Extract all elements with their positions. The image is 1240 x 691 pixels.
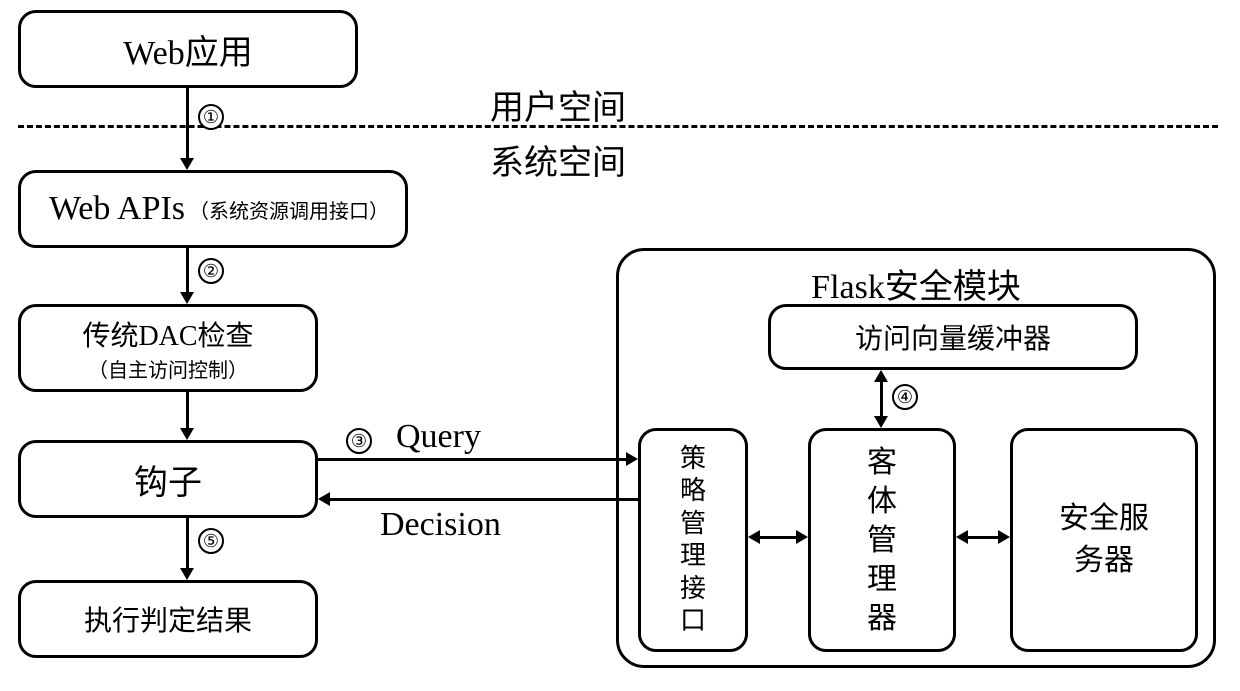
t: 口	[680, 606, 706, 635]
arrow-obj-sec-r	[998, 530, 1010, 544]
dac-label: 传统DAC检查	[82, 314, 253, 354]
box-avc: 访问向量缓冲器	[768, 304, 1138, 370]
t: 客	[867, 446, 897, 479]
t: ④	[897, 387, 913, 408]
arrow-obj-sec-line	[968, 536, 998, 539]
arrow-4-line	[880, 382, 883, 416]
step-2: ②	[198, 258, 224, 284]
step-4: ④	[892, 384, 918, 410]
step-1: ①	[198, 104, 224, 130]
step-5: ⑤	[198, 528, 224, 554]
arrow-5-head	[180, 568, 194, 580]
exec-result-label: 执行判定结果	[84, 599, 252, 639]
t: 管	[680, 509, 706, 538]
box-exec-result: 执行判定结果	[18, 580, 318, 658]
arrow-query-head	[626, 452, 638, 466]
t: ⑤	[203, 531, 219, 552]
t: 体	[867, 485, 897, 518]
policy-if-text: 策 略 管 理 接 口	[680, 443, 706, 638]
arrow-dac-hook-head	[180, 428, 194, 440]
t: 策	[680, 444, 706, 473]
arrow-pol-obj-l	[748, 530, 760, 544]
avc-label: 访问向量缓冲器	[855, 317, 1051, 357]
decision-label: Decision	[380, 506, 501, 544]
arrow-decision-head	[318, 492, 330, 506]
box-policy-interface: 策 略 管 理 接 口	[638, 428, 748, 652]
box-hook: 钩子	[18, 440, 318, 518]
arrow-4-head-down	[874, 416, 888, 428]
user-space-label: 用户空间	[490, 80, 626, 129]
query-label: Query	[396, 418, 481, 456]
hook-label: 钩子	[134, 455, 202, 504]
box-web-apis: Web APIs （系统资源调用接口）	[18, 170, 408, 248]
t: 理	[867, 563, 897, 596]
arrow-query-line	[318, 458, 626, 461]
arrow-2-line	[186, 248, 189, 292]
arrow-2-head	[180, 292, 194, 304]
arrow-dac-hook-line	[186, 392, 189, 428]
t: 务器	[1074, 544, 1134, 577]
step-3: ③	[346, 428, 372, 454]
box-security-server: 安全服 务器	[1010, 428, 1198, 652]
t: 理	[680, 541, 706, 570]
arrow-1-line	[186, 88, 189, 158]
arrow-pol-obj-line	[760, 536, 796, 539]
t: 安全服	[1059, 502, 1149, 535]
t: ③	[351, 431, 367, 452]
flask-title: Flask安全模块	[811, 269, 1021, 306]
box-dac-check: 传统DAC检查 （自主访问控制）	[18, 304, 318, 392]
web-apis-label: Web APIs	[37, 190, 185, 228]
dac-sub: （自主访问控制）	[88, 354, 248, 383]
sec-srv-text: 安全服 务器	[1059, 498, 1149, 582]
web-apis-sub: （系统资源调用接口）	[189, 195, 389, 224]
system-space-label: 系统空间	[490, 135, 626, 184]
arrow-4-head-up	[874, 370, 888, 382]
t: ①	[203, 107, 219, 128]
arrow-1-head	[180, 158, 194, 170]
t: ②	[203, 261, 219, 282]
web-app-label: Web应用	[123, 25, 252, 74]
arrow-pol-obj-r	[796, 530, 808, 544]
obj-mgr-text: 客 体 管 理 器	[867, 443, 897, 638]
box-web-app: Web应用	[18, 10, 358, 88]
arrow-decision-line	[330, 498, 638, 501]
arrow-obj-sec-l	[956, 530, 968, 544]
t: 接	[680, 574, 706, 603]
t: 管	[867, 524, 897, 557]
t: 略	[680, 476, 706, 505]
box-object-manager: 客 体 管 理 器	[808, 428, 956, 652]
arrow-5-line	[186, 518, 189, 568]
t: 器	[867, 602, 897, 635]
